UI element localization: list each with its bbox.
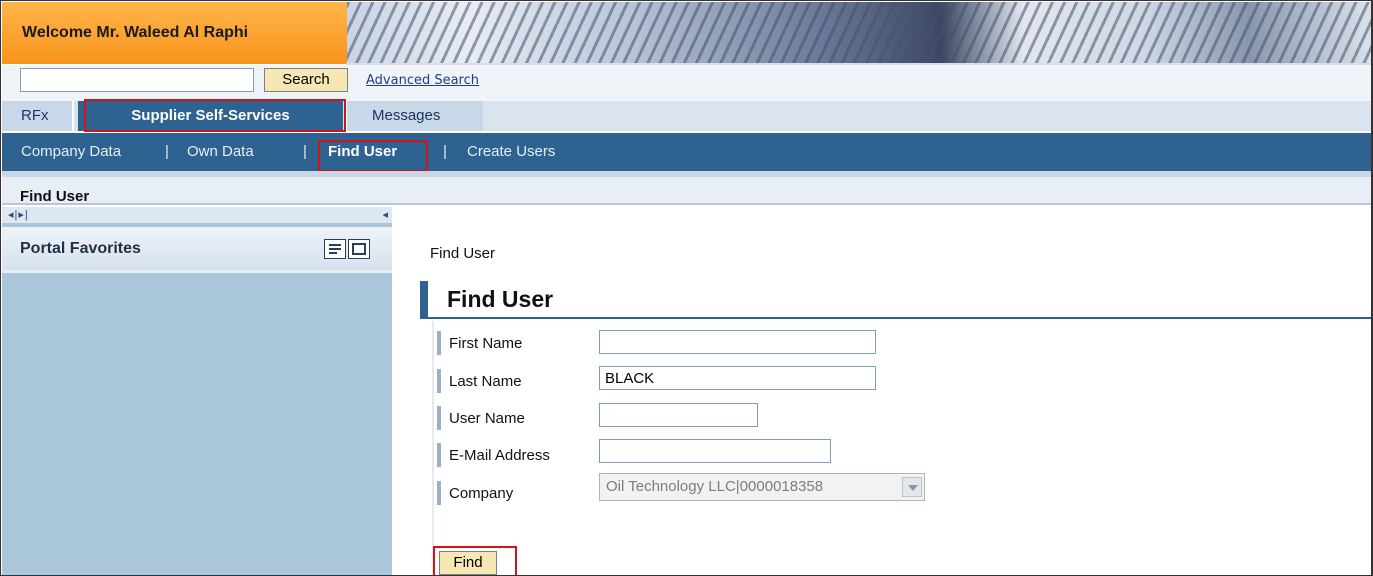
search-button[interactable]: Search [264,68,348,92]
favorites-menu-icon[interactable] [324,239,346,259]
content-breadcrumb: Find User [430,245,496,262]
detailed-navigation: Company Data | Own Data | Find User | Cr… [2,133,1371,171]
first-name-field[interactable] [599,330,876,354]
user-name-field[interactable] [599,403,758,427]
section-title: Find User [447,286,554,312]
advanced-search-link[interactable]: Advanced Search [366,73,479,88]
company-label: Company [437,481,513,505]
subnav-create-users[interactable]: Create Users [467,143,555,160]
welcome-text: Welcome Mr. Waleed Al Raphi [22,24,249,41]
portal-header: Welcome Mr. Waleed Al Raphi [2,2,1371,64]
maximize-panel-icon[interactable] [348,239,370,259]
first-name-label: First Name [437,331,522,355]
company-select-value: Oil Technology LLC|0000018358 [606,478,824,495]
resize-handle-icon[interactable]: ◂|▸| [8,208,29,221]
portal-favorites-panel: ◂|▸| ◂ Portal Favorites [2,207,392,575]
search-bar: Search Advanced Search [2,65,1371,101]
section-accent-bar [420,281,428,317]
user-name-label: User Name [437,406,525,430]
subnav-company-data[interactable]: Company Data [21,143,121,160]
tab-rfx[interactable]: RFx [2,101,74,131]
subnav-separator: | [443,143,447,160]
subnav-separator: | [303,143,307,160]
email-field[interactable] [599,439,831,463]
email-label: E-Mail Address [437,443,550,467]
favorites-title: Portal Favorites [20,240,141,257]
page-title-bar: Find User [2,177,1371,205]
company-select[interactable]: Oil Technology LLC|0000018358 [599,473,925,501]
find-user-form [432,321,1371,575]
subnav-separator: | [165,143,169,160]
favorites-header: Portal Favorites [2,227,392,273]
collapse-arrow-icon[interactable]: ◂ [382,208,388,221]
dropdown-arrow-icon[interactable] [902,477,922,497]
search-input[interactable] [20,68,254,92]
tab-messages[interactable]: Messages [345,101,483,131]
find-button[interactable]: Find [439,551,497,575]
page-title: Find User [20,188,90,205]
welcome-banner: Welcome Mr. Waleed Al Raphi [2,2,347,64]
header-banner-image [347,2,1371,64]
highlight-box-supplier-tab [84,99,346,132]
section-header: Find User [420,281,1371,319]
portal-window: Welcome Mr. Waleed Al Raphi Search Advan… [0,0,1373,576]
last-name-field[interactable] [599,366,876,390]
highlight-box-find-user [318,140,428,172]
last-name-label: Last Name [437,369,522,393]
panel-resize-bar[interactable]: ◂|▸| ◂ [2,207,392,223]
subnav-own-data[interactable]: Own Data [187,143,254,160]
